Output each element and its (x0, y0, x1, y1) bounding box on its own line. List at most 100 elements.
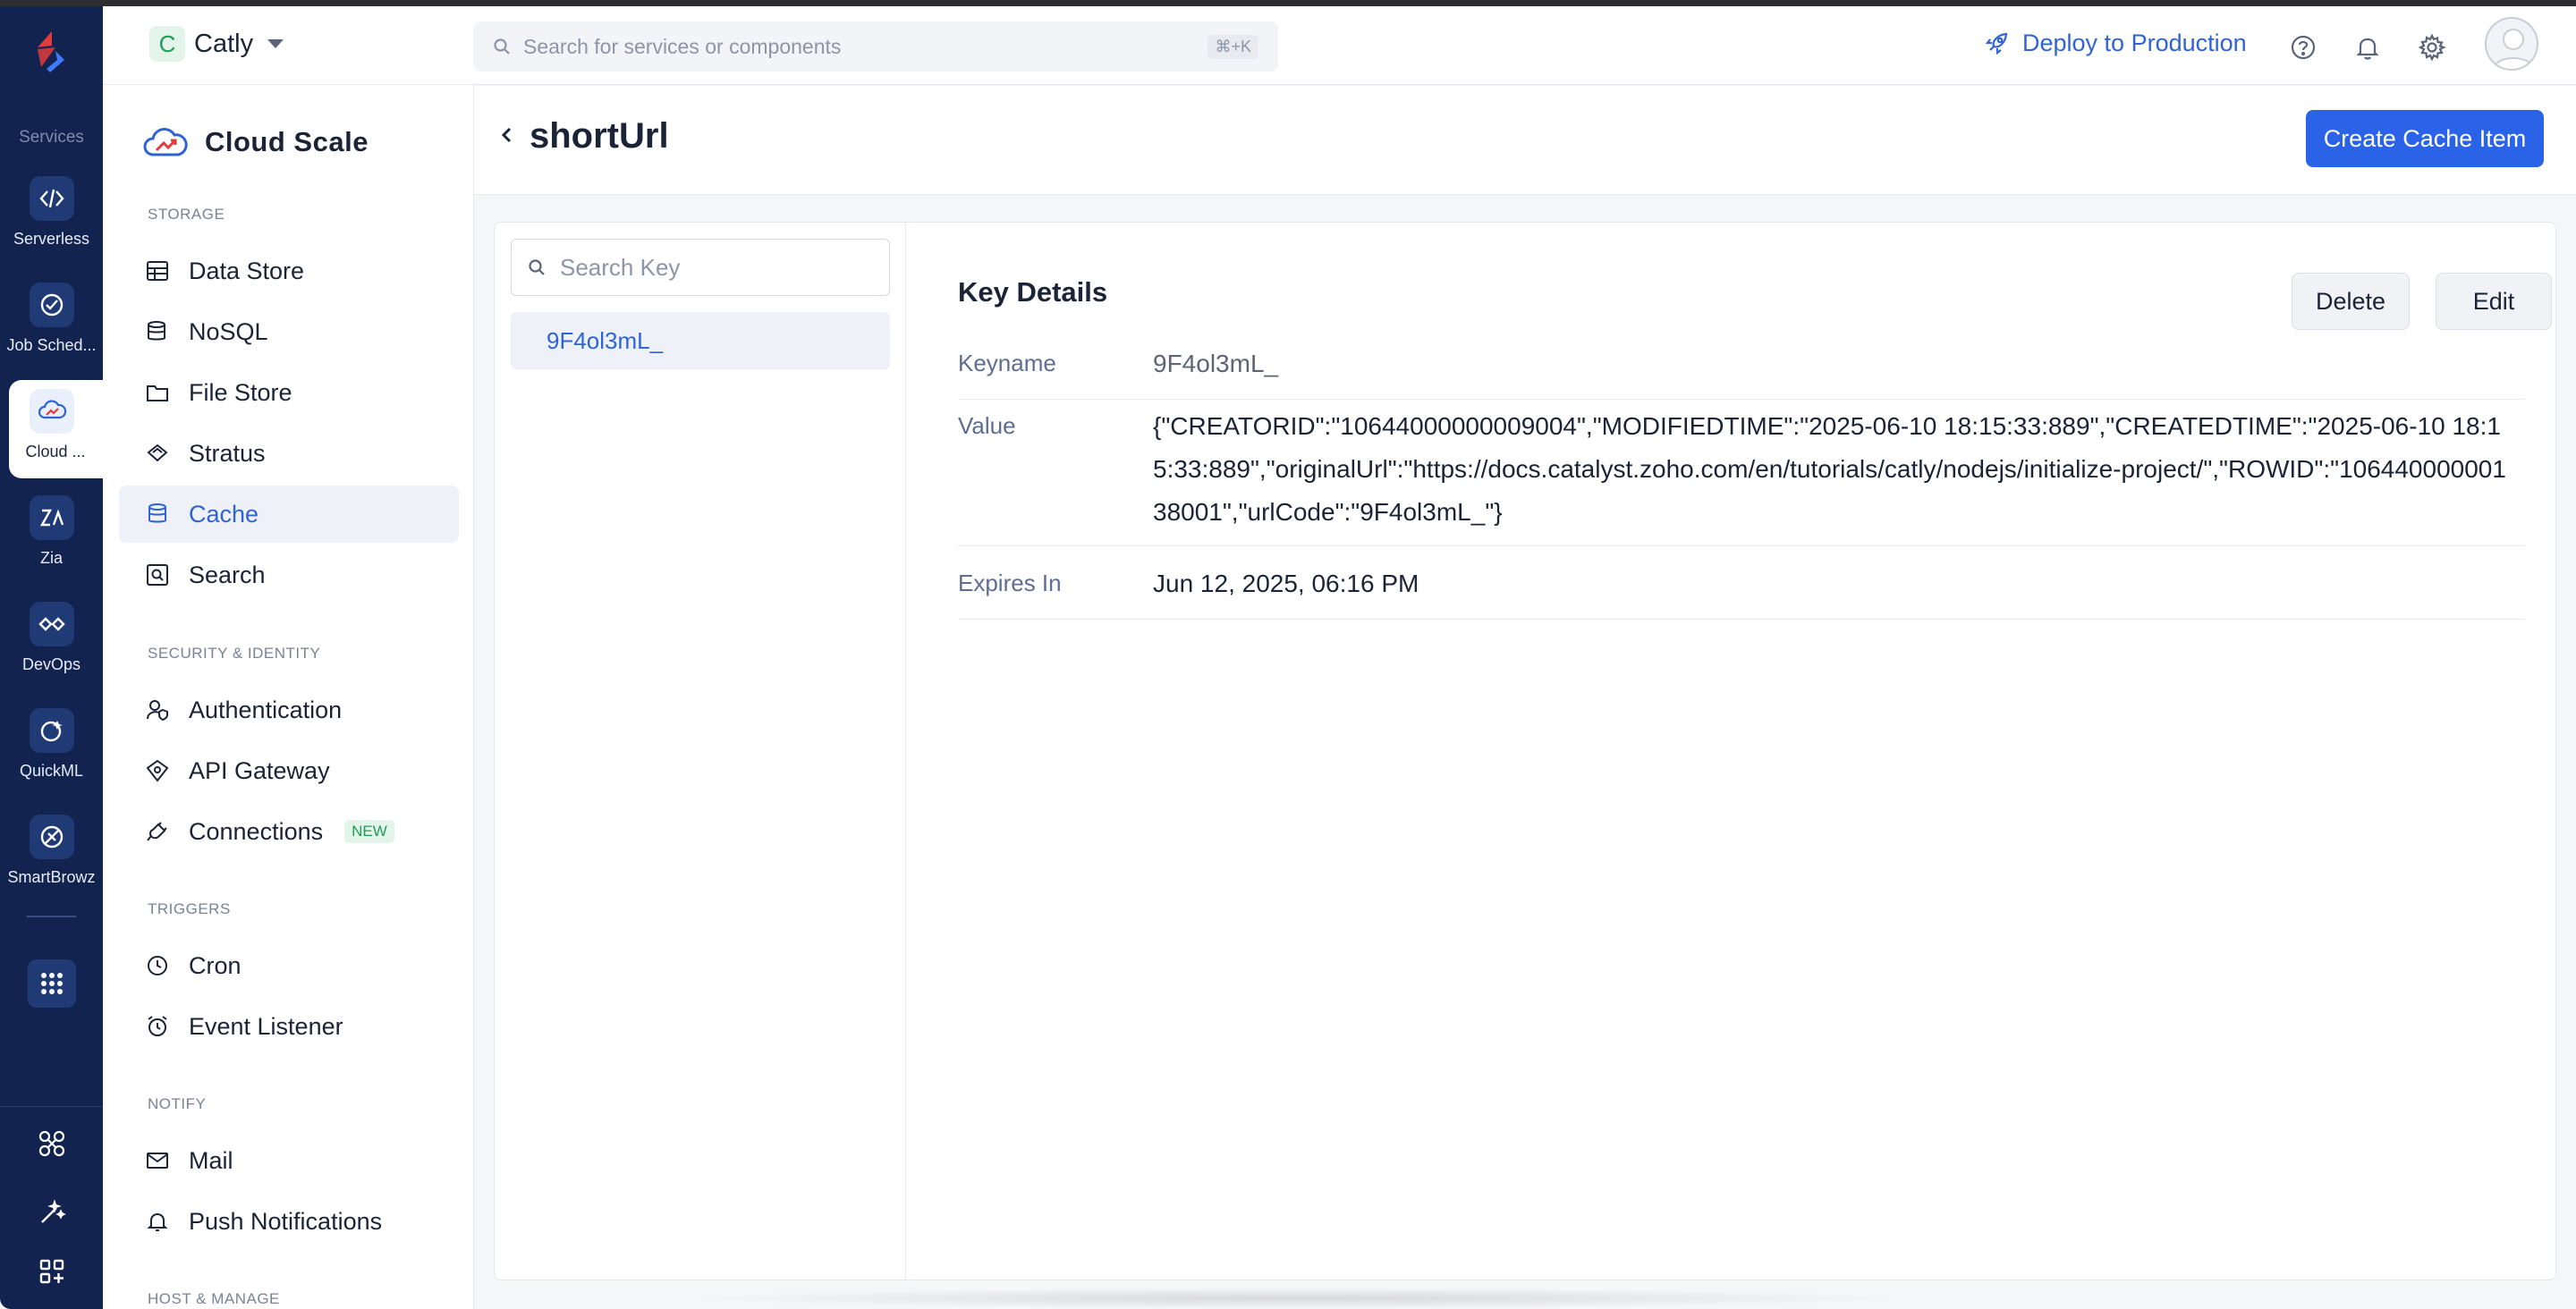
sidebar-item-connections[interactable]: Connections NEW (119, 803, 459, 860)
all-apps-grid-icon[interactable] (28, 959, 76, 1008)
sidebar-item-label: Cache (189, 500, 259, 528)
search-icon (494, 38, 510, 55)
notification-bell-icon[interactable] (2351, 31, 2384, 63)
section-security-identity: SECURITY & IDENTITY (148, 645, 321, 662)
global-search-input[interactable]: Search for services or components ⌘+K (473, 21, 1278, 72)
sidebar-item-push-notifications[interactable]: Push Notifications (119, 1193, 459, 1250)
sidebar-item-label: Search (189, 561, 266, 588)
key-details: Key Details Delete Edit Keyname 9F4ol3mL… (958, 223, 2552, 1279)
alarm-clock-icon (144, 1013, 171, 1040)
sidebar-item-cache[interactable]: Cache (119, 486, 459, 543)
sidebar-item-label: Stratus (189, 439, 266, 467)
page-title: shortUrl (530, 116, 669, 156)
settings-gear-icon[interactable] (2416, 31, 2448, 63)
cloud-scale-logo-icon (143, 128, 188, 156)
sidebar-item-search[interactable]: Search (119, 546, 459, 604)
global-search-placeholder: Search for services or components (523, 34, 842, 58)
clock-icon (144, 952, 171, 979)
rail-item-label: Serverless (13, 230, 90, 248)
project-switcher[interactable]: C Catly (149, 26, 284, 62)
services-rail: Services Serverless Job Sched... Cloud .… (0, 6, 103, 1309)
detail-row-expires: Expires In Jun 12, 2025, 06:16 PM (958, 568, 2525, 620)
catalyst-logo[interactable] (25, 26, 77, 78)
rocket-icon (1985, 32, 2008, 55)
keys-list-column: 9F4ol3mL_ (495, 223, 906, 1279)
integrations-icon[interactable] (32, 1124, 72, 1163)
value-value: {"CREATORID":"10644000000009004","MODIFI… (1153, 412, 2506, 526)
create-cache-item-button[interactable]: Create Cache Item (2306, 110, 2544, 167)
key-search-input[interactable] (560, 253, 882, 282)
key-list-item[interactable]: 9F4ol3mL_ (511, 312, 890, 369)
keyname-label: Keyname (958, 350, 1056, 376)
mail-icon (144, 1147, 171, 1174)
sidebar-item-label: Cron (189, 951, 242, 979)
page-header: shortUrl Create Cache Item (474, 86, 2576, 195)
keyname-value: 9F4ol3mL_ (1153, 350, 1279, 377)
new-badge: NEW (344, 820, 394, 843)
caret-down-icon (267, 39, 284, 48)
section-notify: NOTIFY (148, 1095, 207, 1112)
serverless-icon (30, 176, 74, 221)
cache-database-icon (144, 501, 171, 528)
bell-icon (144, 1208, 171, 1235)
rail-item-quickml[interactable]: QuickML (0, 699, 103, 798)
cache-panel: 9F4ol3mL_ Key Details Delete Edit Keynam… (494, 222, 2556, 1280)
sidebar-item-label: Connections (189, 817, 324, 845)
magic-wand-icon[interactable] (32, 1193, 72, 1232)
rail-item-serverless[interactable]: Serverless (0, 167, 103, 266)
rail-item-devops[interactable]: DevOps (0, 593, 103, 691)
sidebar-item-label: API Gateway (189, 756, 330, 784)
search-box-icon (144, 562, 171, 588)
section-host-manage: HOST & MANAGE (148, 1290, 280, 1307)
sidebar-item-label: File Store (189, 378, 292, 406)
sidebar-item-label: NoSQL (189, 317, 268, 345)
quickml-icon (30, 708, 74, 753)
top-header: C Catly Search for services or component… (103, 6, 2576, 85)
sidebar-title: Cloud Scale (142, 121, 369, 164)
help-icon[interactable] (2287, 31, 2319, 63)
bucket-icon (144, 440, 171, 467)
job-scheduling-icon (30, 283, 74, 327)
user-avatar[interactable] (2485, 17, 2538, 71)
key-details-title: Key Details (958, 276, 1108, 308)
folder-icon (144, 379, 171, 406)
bottom-scroll-shadow (680, 1288, 1914, 1309)
user-shield-icon (144, 697, 171, 723)
key-search-field[interactable] (511, 239, 890, 296)
edit-button[interactable]: Edit (2436, 273, 2552, 330)
detail-row-value: Value {"CREATORID":"10644000000009004","… (958, 410, 2525, 546)
section-storage: STORAGE (148, 206, 225, 223)
devops-icon (30, 602, 74, 646)
back-chevron-icon[interactable] (497, 125, 517, 145)
gateway-icon (144, 757, 171, 784)
sidebar-item-label: Authentication (189, 696, 343, 723)
sidebar-item-authentication[interactable]: Authentication (119, 681, 459, 739)
window-top-strip (0, 0, 2576, 6)
rail-item-zia[interactable]: Zia (0, 486, 103, 585)
sidebar-item-event-listener[interactable]: Event Listener (119, 998, 459, 1055)
add-widget-icon[interactable] (32, 1252, 72, 1291)
sidebar-item-mail[interactable]: Mail (119, 1132, 459, 1189)
delete-button[interactable]: Delete (2292, 273, 2410, 330)
sidebar-title-text: Cloud Scale (205, 126, 369, 157)
sidebar-item-data-store[interactable]: Data Store (119, 242, 459, 300)
cloud-scale-sidebar: Cloud Scale STORAGE Data Store NoSQL Fil… (103, 85, 474, 1309)
project-initial-badge: C (149, 26, 185, 62)
deploy-to-production-button[interactable]: Deploy to Production (1983, 30, 2247, 57)
sidebar-item-cron[interactable]: Cron (119, 937, 459, 994)
sidebar-item-stratus[interactable]: Stratus (119, 425, 459, 482)
smartbrowz-icon (30, 815, 74, 859)
plug-icon (144, 818, 171, 845)
sidebar-item-file-store[interactable]: File Store (119, 364, 459, 421)
sidebar-item-api-gateway[interactable]: API Gateway (119, 742, 459, 799)
sidebar-item-nosql[interactable]: NoSQL (119, 303, 459, 360)
rail-item-job-scheduling[interactable]: Job Sched... (0, 274, 103, 372)
value-label: Value (958, 412, 1016, 439)
rail-item-cloud-scale[interactable]: Cloud ... (9, 380, 103, 478)
rail-item-label: QuickML (19, 762, 83, 780)
services-label: Services (19, 128, 84, 147)
detail-row-keyname: Keyname 9F4ol3mL_ (958, 348, 2525, 400)
deploy-label: Deploy to Production (2022, 30, 2247, 56)
rail-item-smartbrowz[interactable]: SmartBrowz (0, 806, 103, 904)
expires-value: Jun 12, 2025, 06:16 PM (1153, 570, 1419, 597)
